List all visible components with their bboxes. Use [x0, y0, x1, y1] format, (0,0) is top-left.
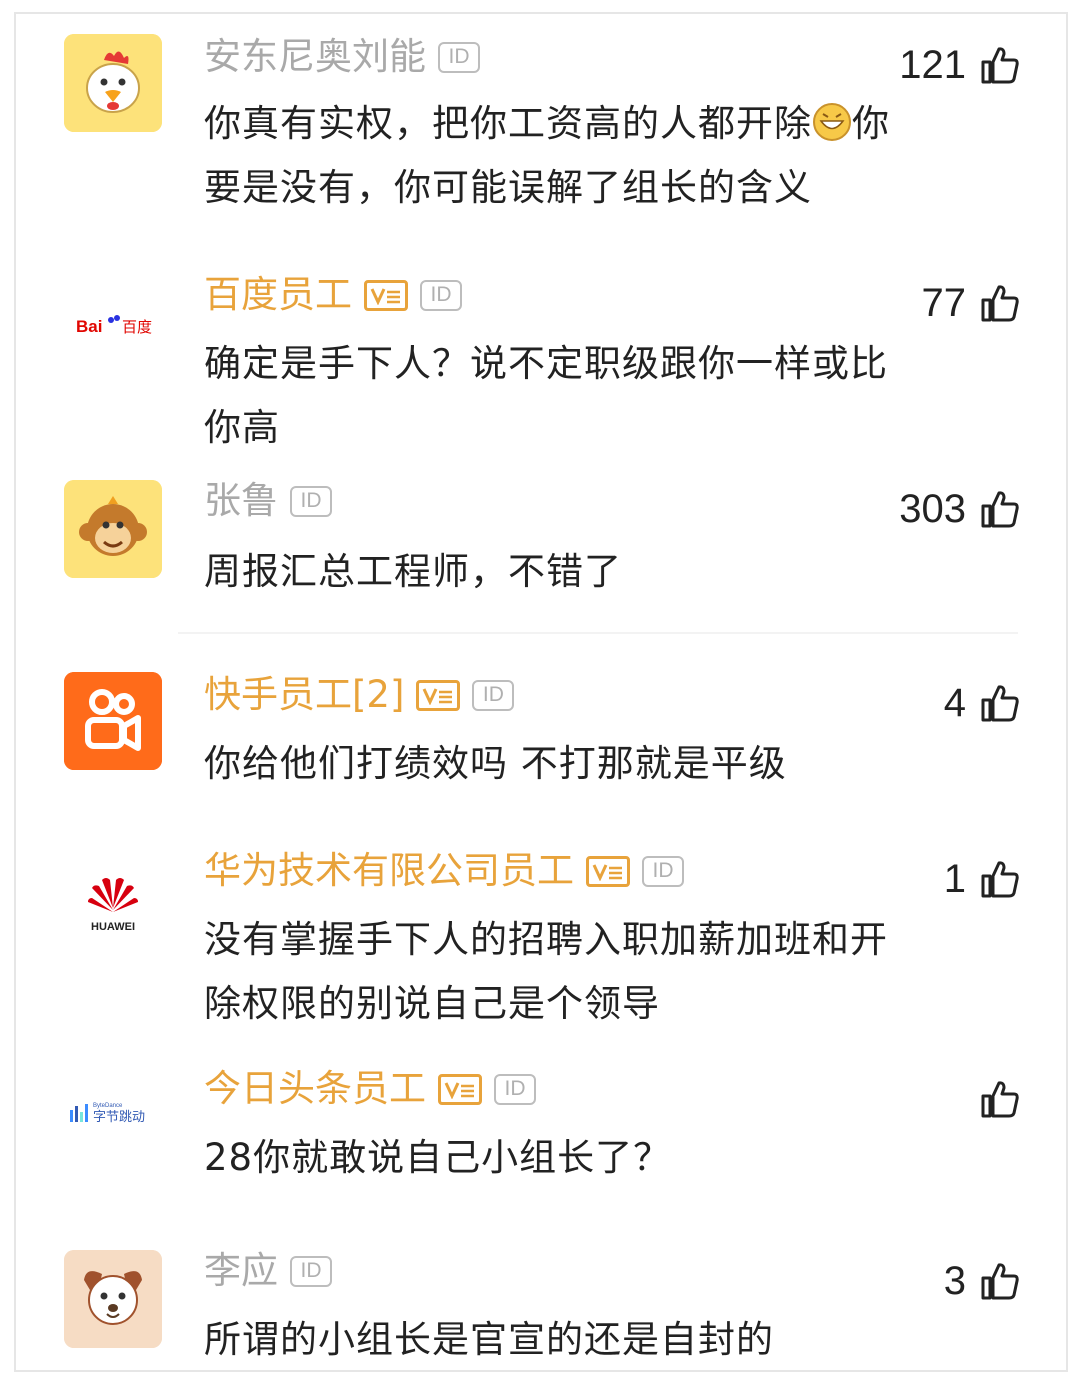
comment-text-line: 你高: [204, 406, 280, 449]
comment-header: 华为技术有限公司员工 ID: [204, 848, 684, 894]
username[interactable]: 华为技术有限公司员工: [204, 848, 574, 894]
like-button[interactable]: 1: [944, 856, 1020, 902]
id-badge: ID: [420, 279, 462, 311]
username[interactable]: 张鲁: [204, 478, 278, 524]
like-count: 77: [921, 280, 967, 325]
id-badge: ID: [438, 41, 480, 73]
comment-text-line: 除权限的别说自己是个领导: [204, 982, 660, 1025]
comment-header: 今日头条员工 ID: [204, 1066, 536, 1112]
username[interactable]: 李应: [204, 1248, 278, 1294]
username[interactable]: 安东尼奥刘能: [204, 34, 426, 80]
like-count: 1: [943, 856, 966, 901]
comment-text-line: 没有掌握手下人的招聘入职加薪加班和开: [204, 918, 888, 961]
comment-text: 你给他们打绩效吗 不打那就是平级: [204, 732, 944, 796]
comment-text-line: 所谓的小组长是官宣的还是自封的: [204, 1318, 774, 1361]
username[interactable]: 今日头条员工: [204, 1066, 426, 1112]
verified-badge-icon: [586, 855, 630, 887]
comment-text-line: 你: [852, 102, 890, 145]
comment-text: 你真有实权，把你工资高的人都开除你 要是没有，你可能误解了组长的含义: [204, 92, 944, 220]
comment-text: 所谓的小组长是官宣的还是自封的: [204, 1308, 944, 1370]
comment-header: 张鲁 ID: [204, 478, 332, 524]
comment-header: 快手员工[2] ID: [204, 672, 515, 718]
verified-badge-icon: [416, 679, 461, 711]
comment-text-line: 要是没有，你可能误解了组长的含义: [204, 166, 812, 209]
kuaishou-logo[interactable]: [64, 672, 162, 770]
username[interactable]: 百度员工: [204, 272, 352, 318]
like-count: 3: [943, 1258, 966, 1303]
like-button[interactable]: 3: [944, 1258, 1020, 1304]
thumbs-up-icon: [981, 1263, 1019, 1300]
username[interactable]: 快手员工[2]: [204, 672, 404, 718]
like-button[interactable]: 121: [899, 42, 1020, 88]
monkey-avatar[interactable]: [64, 480, 162, 578]
comment-text-line: 确定是手下人？说不定职级跟你一样或比: [204, 342, 888, 385]
dog-avatar[interactable]: [64, 1250, 162, 1348]
bytedance-logo[interactable]: ByteDance 字节跳动: [64, 1066, 162, 1164]
huawei-logo-text: HUAWEI: [91, 921, 135, 933]
comment-text: 周报汇总工程师，不错了: [204, 540, 944, 604]
chicken-avatar[interactable]: [64, 34, 162, 132]
bytedance-logo-text: 字节跳动: [93, 1110, 145, 1125]
like-button[interactable]: 77: [922, 280, 1021, 326]
comment-text-line: 28你就敢说自己小组长了？: [204, 1136, 672, 1179]
id-badge: ID: [472, 679, 515, 711]
id-badge: ID: [494, 1073, 536, 1105]
thumbs-up-icon: [981, 285, 1019, 322]
comment-text: 没有掌握手下人的招聘入职加薪加班和开 除权限的别说自己是个领导: [204, 908, 944, 1036]
comment-text: 确定是手下人？说不定职级跟你一样或比 你高: [204, 332, 944, 460]
huawei-logo[interactable]: HUAWEI: [64, 858, 162, 956]
verified-badge-icon: [438, 1073, 482, 1105]
comment-text-line: 你真有实权，把你工资高的人都开除: [204, 102, 812, 145]
baidu-logo-text-a: Bai: [76, 317, 102, 336]
grinning-emoji-icon: [813, 103, 851, 141]
like-button[interactable]: 4: [944, 680, 1020, 726]
like-count: 303: [899, 486, 966, 531]
comment-header: 李应 ID: [204, 1248, 332, 1294]
like-count: 121: [899, 42, 966, 87]
id-badge: ID: [290, 1255, 332, 1287]
comment-header: 安东尼奥刘能 ID: [204, 34, 480, 80]
comment-list: 安东尼奥刘能 ID 121 你真有实权，把你工资高的人都开除你 要是没有，你可能…: [14, 12, 1068, 1372]
comment-text: 28你就敢说自己小组长了？: [204, 1126, 944, 1190]
like-button[interactable]: 303: [899, 486, 1020, 532]
thumbs-up-icon: [981, 861, 1019, 898]
thumbs-up-icon: [981, 491, 1019, 528]
comment-text-line: 你给他们打绩效吗 不打那就是平级: [204, 742, 787, 785]
bytedance-logo-subtext: ByteDance: [93, 1103, 123, 1109]
verified-badge-icon: [364, 279, 408, 311]
divider: [178, 632, 1018, 634]
id-badge: ID: [642, 855, 684, 887]
comment-text-line: 周报汇总工程师，不错了: [204, 550, 622, 593]
baidu-logo[interactable]: Bai 百度: [64, 274, 162, 372]
like-count: 4: [943, 680, 966, 725]
baidu-logo-text-b: 百度: [122, 318, 152, 336]
thumbs-up-icon: [981, 1081, 1019, 1118]
comment-header: 百度员工 ID: [204, 272, 462, 318]
like-button[interactable]: [966, 1076, 1020, 1122]
thumbs-up-icon: [981, 47, 1019, 84]
thumbs-up-icon: [981, 685, 1019, 722]
id-badge: ID: [290, 485, 332, 517]
